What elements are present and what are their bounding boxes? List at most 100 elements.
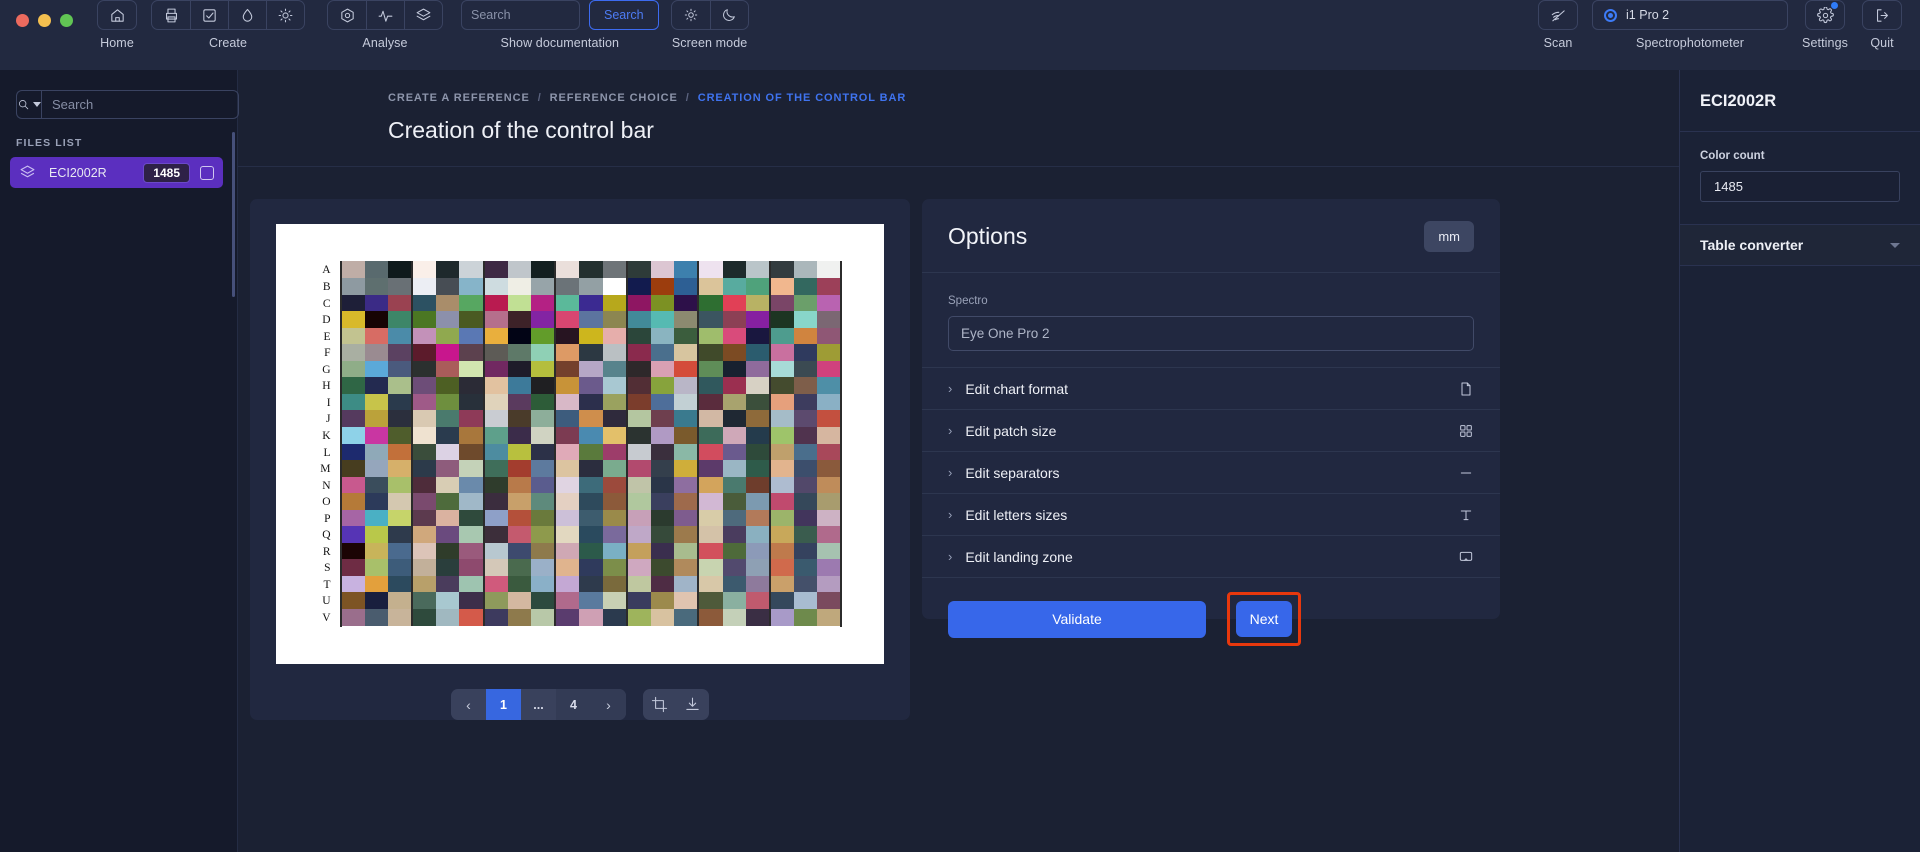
chart-patch	[699, 377, 723, 394]
chart-patch	[650, 393, 675, 411]
file-checkbox[interactable]	[200, 165, 214, 180]
moon-icon[interactable]	[709, 1, 748, 29]
chart-patch	[794, 559, 818, 576]
window-maximize-button[interactable]	[60, 14, 73, 27]
checkbox-task-icon[interactable]	[190, 1, 228, 29]
chart-patch	[459, 294, 483, 312]
sidebar-search-input[interactable]	[41, 90, 239, 119]
breadcrumb-item-2[interactable]: REFERENCE CHOICE	[550, 92, 678, 104]
files-list-title: FILES LIST	[16, 137, 83, 149]
chart-patch	[413, 410, 437, 427]
pagination-prev[interactable]: ‹	[451, 689, 486, 720]
sidebar-file-item-eci2002r[interactable]: ECI2002R 1485	[10, 157, 223, 188]
chart-patch	[341, 294, 365, 312]
chart-patch	[817, 575, 841, 593]
scan-off-icon[interactable]	[1539, 1, 1577, 29]
target-icon[interactable]	[328, 1, 366, 29]
validate-button[interactable]: Validate	[948, 600, 1206, 638]
printer-icon[interactable]	[152, 1, 190, 29]
chart-patch	[484, 344, 508, 361]
toolbar-group-analyse: Analyse	[327, 0, 443, 50]
chart-row	[341, 476, 841, 494]
chart-preview-canvas[interactable]: ABCDEFGHIJKLMNOPQRSTUV	[276, 224, 884, 664]
chart-patch	[650, 460, 675, 477]
pulse-icon[interactable]	[366, 1, 404, 29]
chart-patch	[341, 278, 365, 295]
option-row-edit-separators[interactable]: › Edit separators	[922, 451, 1500, 493]
droplet-icon[interactable]	[228, 1, 266, 29]
chart-patch	[699, 608, 723, 626]
toolbar-label-quit: Quit	[1870, 36, 1894, 50]
pagination-page-4[interactable]: 4	[556, 689, 591, 720]
chart-patch	[745, 526, 769, 543]
chart-row-label: U	[322, 595, 331, 608]
sidebar-scrollbar[interactable]	[232, 132, 235, 297]
chart-patch	[699, 443, 723, 461]
chart-patch	[650, 360, 675, 378]
chart-patch	[556, 460, 580, 477]
chart-patch	[364, 311, 388, 328]
sun-icon[interactable]	[672, 1, 710, 29]
table-converter-section[interactable]: Table converter	[1680, 224, 1920, 266]
spectro-field-label: Spectro	[948, 295, 988, 307]
chart-patch	[745, 261, 769, 279]
chart-patch	[722, 344, 746, 361]
exit-icon[interactable]	[1863, 1, 1901, 29]
download-icon[interactable]	[676, 689, 709, 720]
chart-patch	[817, 278, 841, 295]
chart-patch	[794, 410, 818, 427]
spectro-input[interactable]	[948, 316, 1474, 351]
chart-patch	[507, 575, 532, 593]
chart-patch	[364, 575, 388, 593]
chart-patch	[794, 344, 818, 361]
spectrophotometer-value: i1 Pro 2	[1626, 8, 1670, 22]
color-count-input[interactable]	[1700, 171, 1900, 202]
chart-patch	[602, 559, 626, 576]
search-filter-dropdown[interactable]	[16, 90, 41, 119]
chart-patch	[459, 592, 483, 609]
chart-patch	[794, 460, 818, 477]
chart-patch	[722, 294, 746, 312]
option-row-edit-letters-sizes[interactable]: › Edit letters sizes	[922, 493, 1500, 535]
spectrophotometer-selector[interactable]: i1 Pro 2	[1592, 0, 1789, 30]
next-button[interactable]: Next	[1236, 601, 1292, 637]
chart-patch	[817, 460, 841, 477]
chart-patch	[459, 608, 483, 626]
chart-patch	[745, 410, 769, 427]
chart-patch	[556, 426, 580, 444]
documentation-search-button[interactable]: Search	[589, 0, 659, 30]
documentation-search-input[interactable]	[461, 0, 580, 30]
sun-icon[interactable]	[266, 1, 304, 29]
chart-patch	[745, 592, 769, 609]
crop-icon[interactable]	[643, 689, 676, 720]
chart-patch	[674, 377, 698, 394]
options-title: Options	[948, 223, 1028, 249]
chart-patch	[531, 278, 555, 295]
window-close-button[interactable]	[16, 14, 29, 27]
window-minimize-button[interactable]	[38, 14, 51, 27]
chart-patch	[745, 311, 769, 328]
chart-patch	[650, 278, 675, 295]
chart-patch	[341, 526, 365, 543]
option-row-edit-patch-size[interactable]: › Edit patch size	[922, 409, 1500, 451]
pagination-page-1[interactable]: 1	[486, 689, 521, 720]
chart-patch	[556, 294, 580, 312]
chart-row-label: M	[320, 463, 331, 476]
chart-patch	[817, 608, 841, 626]
page-title: Creation of the control bar	[388, 117, 654, 143]
chart-patch	[699, 592, 723, 609]
chart-patch	[579, 509, 603, 527]
option-row-edit-chart-format[interactable]: › Edit chart format	[922, 367, 1500, 409]
chart-patch	[745, 559, 769, 576]
chart-patch	[484, 311, 508, 328]
option-row-edit-landing-zone[interactable]: › Edit landing zone	[922, 535, 1500, 577]
chart-patch	[387, 608, 412, 626]
chart-patch	[602, 476, 626, 494]
unit-toggle-button[interactable]: mm	[1424, 221, 1474, 252]
breadcrumb-item-1[interactable]: CREATE A REFERENCE	[388, 92, 530, 104]
pagination-next[interactable]: ›	[591, 689, 626, 720]
toolbar-group-quit: Quit	[1862, 0, 1902, 50]
gear-icon[interactable]	[1806, 1, 1844, 29]
home-icon[interactable]	[98, 1, 136, 29]
layers-icon[interactable]	[404, 1, 442, 29]
